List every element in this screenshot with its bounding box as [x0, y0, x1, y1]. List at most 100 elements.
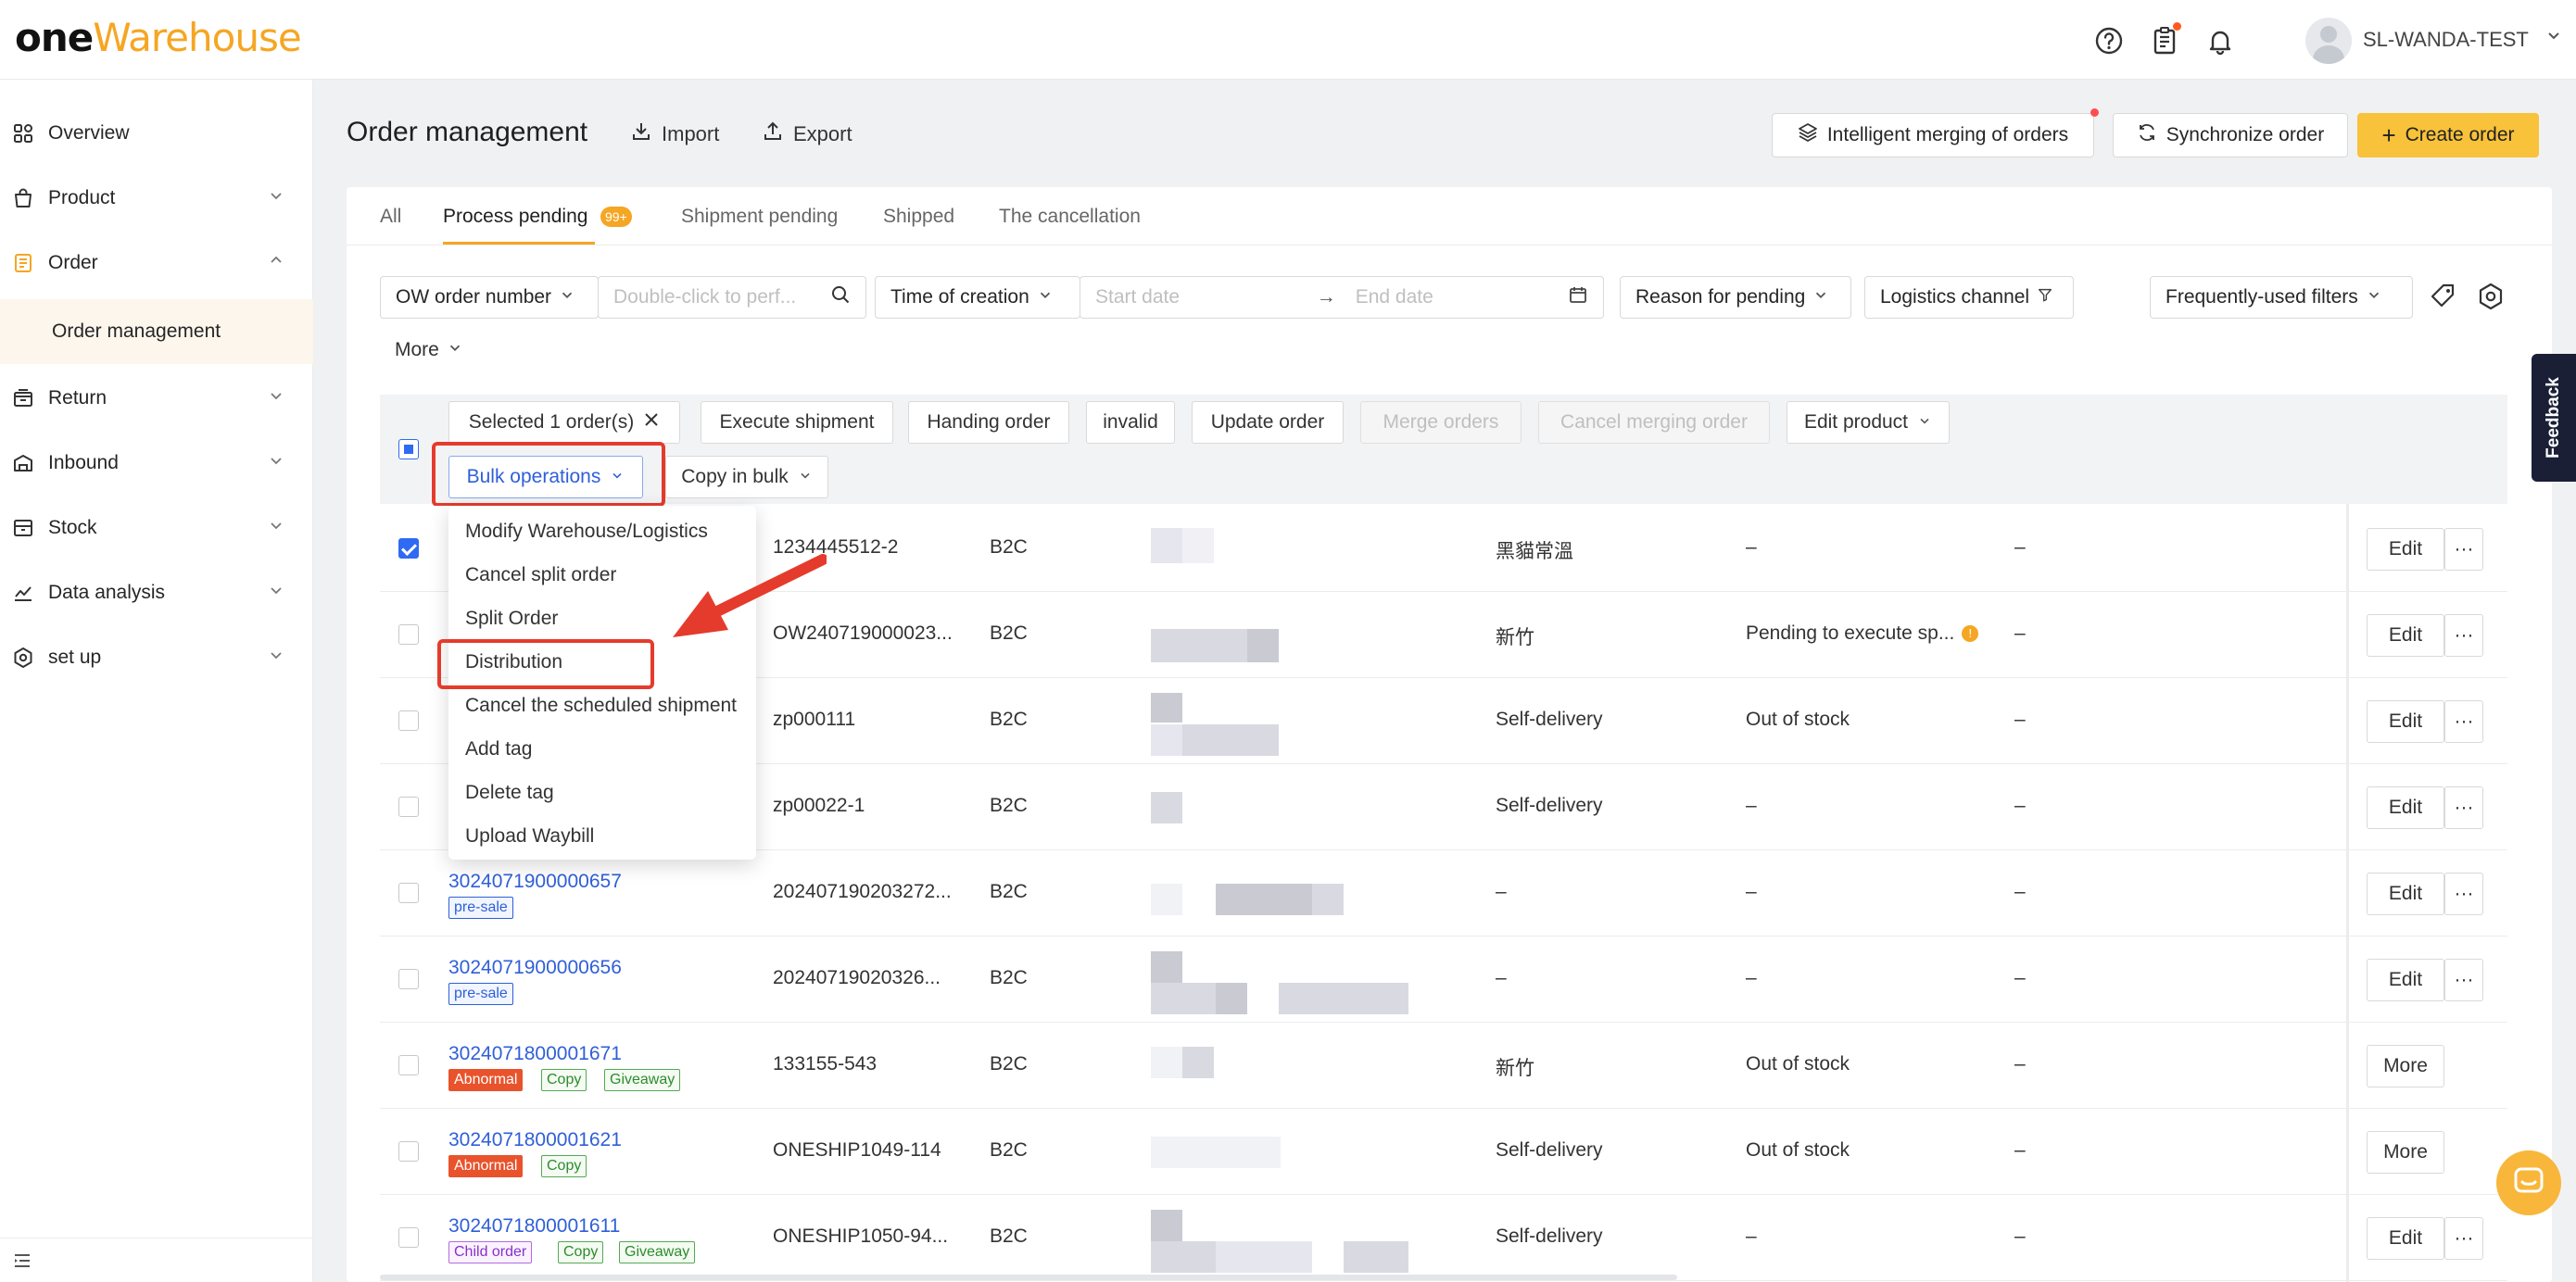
table-row[interactable]: 3024071800001611 Child order Copy Giveaw…: [380, 1195, 2507, 1281]
more-button[interactable]: More: [2367, 1131, 2444, 1174]
menu-item-modify-warehouse-logistics[interactable]: Modify Warehouse/Logistics: [465, 521, 708, 543]
export-button[interactable]: Export: [762, 120, 852, 148]
abnormal-tag: Abnormal: [448, 1155, 524, 1177]
row-checkbox[interactable]: [398, 1141, 419, 1162]
frequently-used-filters-select[interactable]: Frequently-used filters: [2150, 276, 2413, 319]
import-button[interactable]: Import: [630, 120, 719, 148]
sidebar-item-stock[interactable]: Stock: [0, 496, 313, 560]
update-order-button[interactable]: Update order: [1192, 401, 1344, 444]
more-actions-button[interactable]: ···: [2444, 959, 2483, 1001]
more-actions-button[interactable]: ···: [2444, 786, 2483, 829]
row-checkbox[interactable]: [398, 1055, 419, 1075]
task-list-icon[interactable]: [2146, 22, 2183, 59]
edit-button[interactable]: Edit: [2367, 1217, 2444, 1260]
select-all-checkbox[interactable]: [398, 439, 419, 459]
more-actions-button[interactable]: ···: [2444, 528, 2483, 571]
sidebar-item-product[interactable]: Product: [0, 166, 313, 231]
edit-button[interactable]: Edit: [2367, 528, 2444, 571]
edit-button[interactable]: Edit: [2367, 959, 2444, 1001]
invalid-button[interactable]: invalid: [1086, 401, 1175, 444]
gear-icon[interactable]: [2476, 282, 2506, 316]
tab-shipped[interactable]: Shipped: [883, 206, 954, 228]
handing-order-button[interactable]: Handing order: [908, 401, 1069, 444]
order-number-link[interactable]: 3024071800001671: [448, 1043, 622, 1065]
edit-button[interactable]: Edit: [2367, 700, 2444, 743]
row-checkbox[interactable]: [398, 797, 419, 817]
row-checkbox[interactable]: [398, 538, 419, 559]
row-checkbox[interactable]: [398, 1227, 419, 1248]
edit-button[interactable]: Edit: [2367, 786, 2444, 829]
more-actions-button[interactable]: ···: [2444, 614, 2483, 657]
order-number-link[interactable]: 3024071900000656: [448, 957, 622, 979]
end-date-placeholder[interactable]: End date: [1356, 286, 1560, 308]
cancel-merging-order-button[interactable]: Cancel merging order: [1538, 401, 1770, 444]
table-row[interactable]: 3024071900000656 pre-sale 20240719020326…: [380, 936, 2507, 1023]
info-icon[interactable]: !: [1962, 625, 1979, 642]
reason-for-pending-select[interactable]: Reason for pending: [1620, 276, 1851, 319]
sidebar-item-overview[interactable]: Overview: [0, 101, 313, 166]
collapse-menu-icon[interactable]: [11, 1250, 33, 1276]
order-number-type-select[interactable]: OW order number: [380, 276, 599, 319]
chat-button[interactable]: [2496, 1150, 2561, 1215]
more-actions-button[interactable]: ···: [2444, 1217, 2483, 1260]
more-actions-button[interactable]: ···: [2444, 873, 2483, 915]
help-icon[interactable]: [2090, 22, 2128, 59]
table-row[interactable]: 3024071800001621 Abnormal Copy ONESHIP10…: [380, 1109, 2507, 1195]
edit-product-dropdown[interactable]: Edit product: [1787, 401, 1950, 444]
sidebar-item-data-analysis[interactable]: Data analysis: [0, 560, 313, 625]
order-number-link[interactable]: 3024071800001621: [448, 1129, 622, 1151]
date-range-picker[interactable]: Start date → End date: [1080, 276, 1604, 319]
menu-item-add-tag[interactable]: Add tag: [465, 738, 532, 760]
row-checkbox[interactable]: [398, 883, 419, 903]
synchronize-order-button[interactable]: Synchronize order: [2113, 113, 2348, 157]
bell-icon[interactable]: [2202, 22, 2239, 59]
execute-shipment-button[interactable]: Execute shipment: [701, 401, 893, 444]
table-row[interactable]: 3024071800001671 Abnormal Copy Giveaway …: [380, 1023, 2507, 1109]
menu-item-cancel-scheduled-shipment[interactable]: Cancel the scheduled shipment: [465, 695, 737, 717]
row-checkbox[interactable]: [398, 710, 419, 731]
start-date-placeholder[interactable]: Start date: [1095, 286, 1309, 308]
create-order-button[interactable]: + Create order: [2357, 113, 2539, 157]
logo[interactable]: oneWarehouse: [15, 15, 302, 60]
sidebar-item-order[interactable]: Order: [0, 231, 313, 295]
sidebar-item-inbound[interactable]: Inbound: [0, 431, 313, 496]
row-checkbox[interactable]: [398, 969, 419, 989]
blurred-product-image: [1151, 884, 1182, 915]
sidebar-item-order-management[interactable]: Order management: [0, 299, 313, 364]
order-number-link[interactable]: 3024071900000657: [448, 871, 622, 893]
menu-item-cancel-split-order[interactable]: Cancel split order: [465, 564, 616, 586]
menu-item-upload-waybill[interactable]: Upload Waybill: [465, 825, 594, 848]
tag-icon[interactable]: [2428, 282, 2457, 316]
selected-count-chip[interactable]: Selected 1 order(s): [448, 401, 680, 444]
sidebar-item-set-up[interactable]: set up: [0, 625, 313, 690]
tab-shipment-pending[interactable]: Shipment pending: [681, 206, 838, 228]
close-icon[interactable]: [643, 411, 660, 434]
tab-process-pending[interactable]: Process pending: [443, 206, 587, 228]
horizontal-scrollbar[interactable]: [380, 1275, 1677, 1280]
username[interactable]: SL-WANDA-TEST: [2363, 28, 2529, 52]
sidebar-item-return[interactable]: Return: [0, 366, 313, 431]
more-button[interactable]: More: [2367, 1045, 2444, 1087]
menu-item-split-order[interactable]: Split Order: [465, 608, 558, 630]
avatar[interactable]: [2305, 18, 2352, 64]
order-number-input[interactable]: Double-click to perf...: [598, 276, 866, 319]
order-number-link[interactable]: 3024071800001611: [448, 1215, 620, 1238]
merge-orders-button[interactable]: Merge orders: [1360, 401, 1522, 444]
edit-button[interactable]: Edit: [2367, 614, 2444, 657]
menu-item-delete-tag[interactable]: Delete tag: [465, 782, 554, 804]
time-type-select[interactable]: Time of creation: [875, 276, 1080, 319]
table-row[interactable]: 3024071900000657 pre-sale 20240719020327…: [380, 850, 2507, 936]
chevron-down-icon[interactable]: [2544, 26, 2563, 49]
calendar-icon[interactable]: [1568, 284, 1588, 310]
more-filters-button[interactable]: More: [395, 339, 463, 361]
tab-the-cancellation[interactable]: The cancellation: [999, 206, 1141, 228]
tab-all[interactable]: All: [380, 206, 401, 228]
logistics-channel-filter[interactable]: Logistics channel: [1864, 276, 2074, 319]
copy-in-bulk-dropdown[interactable]: Copy in bulk: [665, 456, 828, 498]
row-checkbox[interactable]: [398, 624, 419, 645]
feedback-tab[interactable]: Feedback: [2532, 354, 2576, 482]
edit-button[interactable]: Edit: [2367, 873, 2444, 915]
search-icon[interactable]: [830, 284, 851, 310]
more-actions-button[interactable]: ···: [2444, 700, 2483, 743]
intelligent-merge-button[interactable]: Intelligent merging of orders: [1772, 108, 2099, 157]
